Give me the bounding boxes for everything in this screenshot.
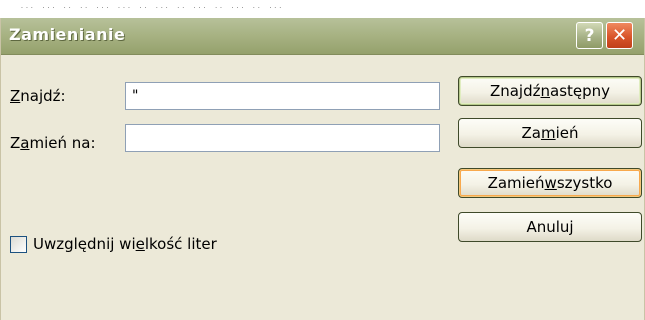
cancel-label: Anuluj (526, 218, 574, 236)
question-icon: ? (584, 25, 595, 46)
match-case-mnemonic: e (135, 235, 145, 253)
dialog-title: Zamienianie (9, 25, 126, 44)
replace-label-prefix: Z (10, 134, 21, 152)
find-next-mnemonic: n (540, 82, 551, 100)
match-case-label-prefix: Uwzględnij wi (33, 235, 136, 253)
find-next-button[interactable]: Znajdź n astępny (458, 76, 642, 106)
replace-input[interactable] (125, 124, 440, 152)
replace-all-label-text: szystko (556, 174, 613, 192)
cancel-button[interactable]: Anuluj (458, 212, 642, 242)
replace-label-text: mień na: (29, 134, 96, 152)
replace-all-button[interactable]: Zamień w szystko (458, 168, 642, 198)
match-case-checkbox[interactable] (10, 236, 27, 253)
title-bar[interactable]: Zamienianie ? ✕ (1, 18, 644, 55)
replace-all-mnemonic: w (544, 174, 557, 192)
background-text: , ᵢᵢᵢ ᵢᵢᵢ ᵢᵢ ᵢᵢ ᵢᵢᵢ ᵢᵢᵢ ᵢᵢ ᵢᵢᵢ ᵢᵢ ᵢᵢᵢ ᵢᵢ… (8, 2, 285, 15)
replace-label: Zamień na: (10, 134, 96, 152)
replace-dialog: Zamienianie ? ✕ Znajdź: Zamień na: Znajd… (0, 18, 645, 320)
find-input[interactable] (125, 82, 440, 110)
replace-button[interactable]: Za m ień (458, 118, 642, 148)
background-window-strip: , ᵢᵢᵢ ᵢᵢᵢ ᵢᵢ ᵢᵢ ᵢᵢᵢ ᵢᵢᵢ ᵢᵢ ᵢᵢᵢ ᵢᵢ ᵢᵢᵢ ᵢᵢ… (0, 0, 645, 20)
replace-button-label-text: ień (555, 124, 579, 142)
find-next-label-text: astępny (550, 82, 611, 100)
match-case-label[interactable]: Uwzględnij wielkość liter (33, 235, 217, 253)
close-button[interactable]: ✕ (606, 22, 633, 49)
match-case-label-text: lkość liter (144, 235, 217, 253)
replace-button-mnemonic: m (540, 124, 556, 142)
replace-all-label-prefix: Zamień (487, 174, 545, 192)
help-button[interactable]: ? (576, 22, 603, 49)
find-label: Znajdź: (10, 87, 66, 105)
close-icon: ✕ (611, 25, 628, 46)
find-label-text: najdź: (20, 87, 66, 105)
find-next-label-prefix: Znajdź (489, 82, 541, 100)
find-label-mnemonic: Z (10, 87, 21, 105)
replace-button-label-prefix: Za (521, 124, 541, 142)
